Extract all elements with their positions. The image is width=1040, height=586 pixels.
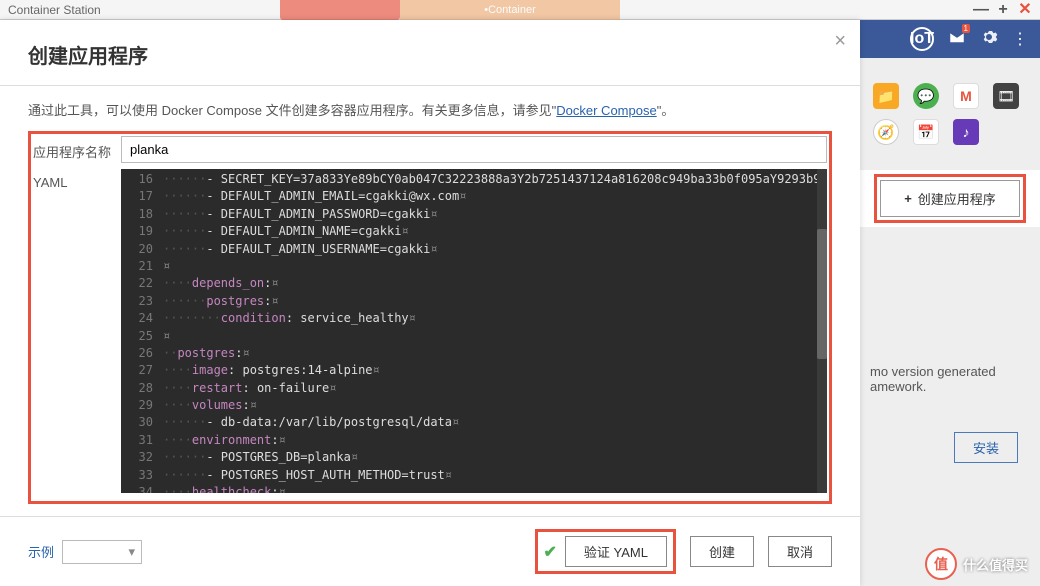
scroll-thumb[interactable] (817, 229, 827, 359)
plus-icon: + (904, 191, 912, 206)
modal-title: 创建应用程序 (0, 20, 860, 77)
validate-yaml-button[interactable]: 验证 YAML (565, 536, 667, 567)
gmail-icon[interactable]: M (953, 83, 979, 109)
code-line: 27····image: postgres:14-alpine¤ (121, 362, 827, 379)
code-line: 23······postgres:¤ (121, 293, 827, 310)
chat-icon[interactable]: 💬 (913, 83, 939, 109)
code-line: 30······- db-data:/var/lib/postgresql/da… (121, 414, 827, 431)
app-name-input[interactable] (121, 136, 827, 163)
maximize-icon[interactable]: + (996, 3, 1010, 17)
code-line: 21¤ (121, 258, 827, 275)
code-line: 29····volumes:¤ (121, 397, 827, 414)
film-icon[interactable]: 🎞 (993, 83, 1019, 109)
code-line: 25¤ (121, 328, 827, 345)
chevron-down-icon: ▾ (128, 544, 135, 560)
gear-icon[interactable] (980, 28, 998, 51)
scrollbar[interactable] (817, 169, 827, 493)
bg-create-app-button[interactable]: + 创建应用程序 (880, 180, 1020, 217)
code-line: 22····depends_on:¤ (121, 275, 827, 292)
watermark-badge: 值 (925, 548, 957, 580)
tab-container: • Container (400, 0, 620, 20)
cancel-button[interactable]: 取消 (768, 536, 832, 567)
close-icon[interactable]: ✕ (1018, 3, 1032, 17)
modal-description: 通过此工具，可以使用 Docker Compose 文件创建多容器应用程序。有关… (28, 100, 832, 119)
code-line: 18······- DEFAULT_ADMIN_PASSWORD=cgakki¤ (121, 206, 827, 223)
bg-toolbar: IoT 1 ⋮ (860, 20, 1040, 58)
docker-compose-link[interactable]: Docker Compose (556, 103, 656, 118)
compass-icon[interactable]: 🧭 (873, 119, 899, 145)
code-line: 24········condition: service_healthy¤ (121, 310, 827, 327)
code-line: 34····healthcheck:¤ (121, 484, 827, 493)
code-line: 16······- SECRET_KEY=37a833Ye89bCY0ab047… (121, 171, 827, 188)
app-name-label: 应用程序名称 (33, 136, 121, 161)
music-icon[interactable]: ♪ (953, 119, 979, 145)
code-line: 26··postgres:¤ (121, 345, 827, 362)
bg-desktop-icons: 📁 💬 M 🎞 🧭 📅 ♪ (865, 75, 1030, 153)
code-line: 20······- DEFAULT_ADMIN_USERNAME=cgakki¤ (121, 241, 827, 258)
notification-icon[interactable]: 1 (948, 28, 966, 51)
tab-ghost (280, 0, 400, 20)
yaml-label: YAML (33, 169, 121, 190)
watermark: 值 什么值得买 (925, 548, 1028, 580)
modal-close-icon[interactable]: × (834, 30, 846, 53)
code-line: 19······- DEFAULT_ADMIN_NAME=cgakki¤ (121, 223, 827, 240)
iot-icon[interactable]: IoT (910, 27, 934, 51)
sample-label[interactable]: 示例 (28, 542, 54, 561)
install-button[interactable]: 安装 (954, 432, 1018, 463)
window-titlebar: Container Station • Container — + ✕ (0, 0, 1040, 20)
folder-icon[interactable]: 📁 (873, 83, 899, 109)
code-line: 28····restart: on-failure¤ (121, 380, 827, 397)
create-button[interactable]: 创建 (690, 536, 754, 567)
code-line: 33······- POSTGRES_HOST_AUTH_METHOD=trus… (121, 467, 827, 484)
check-icon: ✔ (544, 542, 557, 562)
minimize-icon[interactable]: — (974, 3, 988, 17)
sample-select[interactable]: ▾ (62, 540, 142, 564)
modal-footer: 示例 ▾ ✔ 验证 YAML 创建 取消 (0, 516, 860, 586)
yaml-editor[interactable]: 16······- SECRET_KEY=37a833Ye89bCY0ab047… (121, 169, 827, 493)
code-line: 31····environment:¤ (121, 432, 827, 449)
code-line: 32······- POSTGRES_DB=planka¤ (121, 449, 827, 466)
calendar-icon[interactable]: 📅 (913, 119, 939, 145)
more-icon[interactable]: ⋮ (1012, 29, 1028, 49)
watermark-text: 什么值得买 (963, 555, 1028, 574)
bg-sidepanel: + 创建应用程序 (860, 170, 1040, 227)
bg-demo-text: mo version generated amework. (870, 364, 1010, 394)
create-app-modal: × 创建应用程序 通过此工具，可以使用 Docker Compose 文件创建多… (0, 20, 860, 586)
code-line: 17······- DEFAULT_ADMIN_EMAIL=cgakki@wx.… (121, 188, 827, 205)
